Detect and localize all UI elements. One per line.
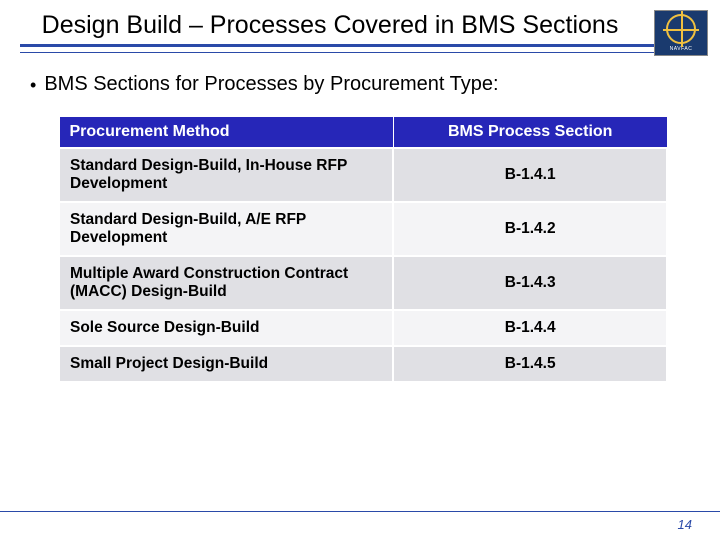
table-header-section: BMS Process Section	[393, 117, 667, 149]
table-row: Standard Design-Build, In-House RFP Deve…	[59, 148, 667, 202]
page-number: 14	[678, 517, 692, 532]
cell-section: B-1.4.3	[393, 256, 667, 310]
cell-method: Standard Design-Build, A/E RFP Developme…	[59, 202, 393, 256]
cell-section: B-1.4.4	[393, 310, 667, 346]
cell-section: B-1.4.2	[393, 202, 667, 256]
bullet-item: • BMS Sections for Processes by Procurem…	[30, 73, 690, 98]
table-row: Standard Design-Build, A/E RFP Developme…	[59, 202, 667, 256]
footer-rule	[0, 511, 720, 512]
page-title: Design Build – Processes Covered in BMS …	[20, 10, 700, 40]
title-underline	[20, 44, 700, 53]
table-header-method: Procurement Method	[59, 117, 393, 149]
cell-method: Standard Design-Build, In-House RFP Deve…	[59, 148, 393, 202]
bullet-dot-icon: •	[30, 73, 36, 98]
slide-header: Design Build – Processes Covered in BMS …	[0, 0, 720, 53]
table-header-row: Procurement Method BMS Process Section	[59, 117, 667, 149]
cell-method: Sole Source Design-Build	[59, 310, 393, 346]
cell-method: Small Project Design-Build	[59, 346, 393, 381]
table-row: Multiple Award Construction Contract (MA…	[59, 256, 667, 310]
cell-section: B-1.4.1	[393, 148, 667, 202]
table-row: Sole Source Design-Build B-1.4.4	[59, 310, 667, 346]
navfac-logo: NAVFAC	[654, 10, 708, 56]
slide-body: • BMS Sections for Processes by Procurem…	[0, 53, 720, 381]
process-table: Procurement Method BMS Process Section S…	[58, 116, 668, 381]
cell-section: B-1.4.5	[393, 346, 667, 381]
table-row: Small Project Design-Build B-1.4.5	[59, 346, 667, 381]
cell-method: Multiple Award Construction Contract (MA…	[59, 256, 393, 310]
bullet-text: BMS Sections for Processes by Procuremen…	[44, 73, 498, 96]
compass-icon	[666, 14, 696, 44]
